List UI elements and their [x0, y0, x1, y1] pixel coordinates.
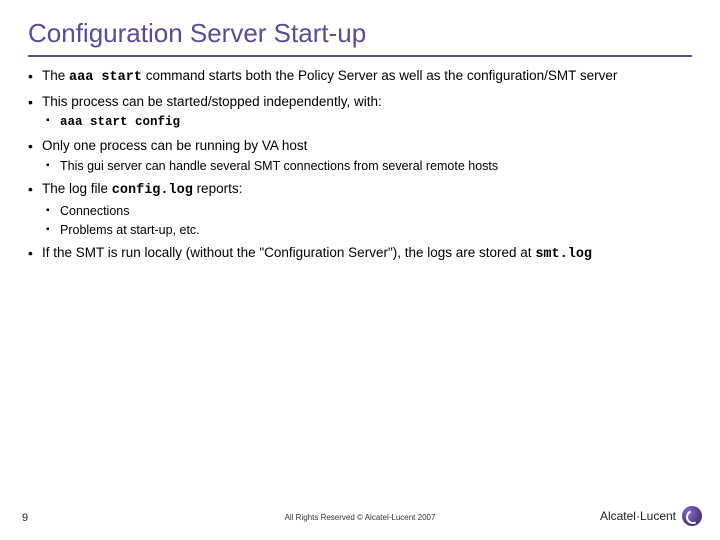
- text: The: [42, 68, 69, 83]
- text: The log file: [42, 181, 112, 196]
- text: command starts both the Policy Server as…: [142, 68, 617, 83]
- slide-content: The aaa start command starts both the Po…: [28, 67, 692, 265]
- bullet-log-file: The log file config.log reports:: [28, 180, 692, 200]
- bullet-one-process: Only one process can be running by VA ho…: [28, 137, 692, 155]
- code-config-log: config.log: [112, 183, 193, 198]
- brand-logo: Alcatel·Lucent: [600, 506, 702, 526]
- slide-title: Configuration Server Start-up: [28, 18, 692, 49]
- title-rule: [28, 55, 692, 57]
- bullet-aaa-start: The aaa start command starts both the Po…: [28, 67, 692, 87]
- code-smt-log: smt.log: [535, 247, 592, 262]
- brand-text: Alcatel·Lucent: [600, 509, 676, 523]
- subbullet-gui-server: This gui server can handle several SMT c…: [46, 158, 692, 175]
- bullet-smt-local: If the SMT is run locally (without the "…: [28, 244, 692, 264]
- brand-mark-icon: [682, 506, 702, 526]
- slide: Configuration Server Start-up The aaa st…: [0, 0, 720, 540]
- subbullet-connections: Connections: [46, 203, 692, 220]
- subbullet-aaa-start-config: aaa start config: [46, 113, 692, 131]
- bullet-process-independent: This process can be started/stopped inde…: [28, 93, 692, 111]
- code-aaa-start: aaa start: [69, 70, 142, 85]
- code-aaa-start-config: aaa start config: [60, 115, 180, 129]
- text: If the SMT is run locally (without the "…: [42, 245, 535, 260]
- subbullet-problems: Problems at start-up, etc.: [46, 222, 692, 239]
- text: reports:: [193, 181, 243, 196]
- footer: 9 All Rights Reserved © Alcatel-Lucent 2…: [0, 502, 720, 530]
